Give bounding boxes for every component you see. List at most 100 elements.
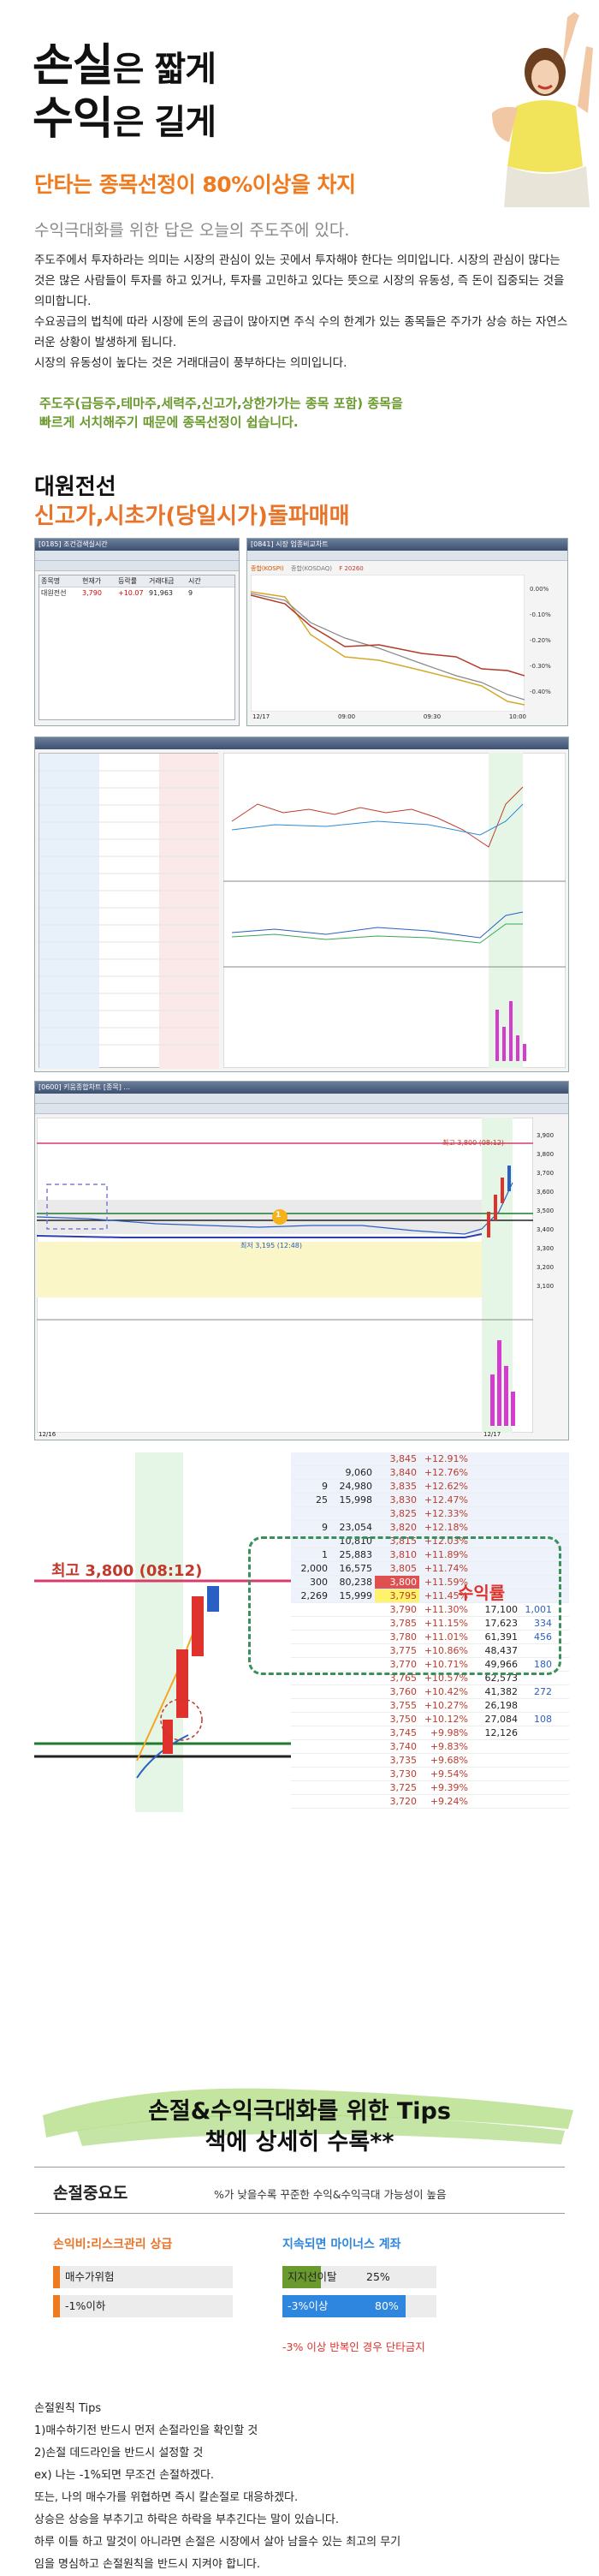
- orderbook-cell: [520, 1521, 555, 1534]
- orderbook-cell: +9.54%: [430, 1768, 468, 1780]
- orderbook-row: 3,720 +9.24%: [291, 1795, 569, 1809]
- paragraph: 주도주에서 투자하라는 의미는 시장의 관심이 있는 곳에서 투자해야 한다는 …: [34, 253, 565, 308]
- y-tick: 3,500: [537, 1208, 555, 1214]
- col-header: 종목명: [41, 577, 61, 585]
- orderbook-cell: 3,760: [389, 1686, 418, 1697]
- orderbook-cell: 15,998: [339, 1494, 373, 1506]
- cell: 3,790: [82, 589, 102, 597]
- sector-compare-window: [0841] 시장 업종비교차트 종합(KOSPI) 종합(KOSDAQ) F …: [246, 538, 568, 726]
- y-tick: 3,900: [537, 1132, 555, 1139]
- green-note-line: 주도주(급등주,테마주,세력주,신고가,상한가가는 종목 포함) 종목을: [39, 396, 403, 411]
- orderbook-cell: [520, 1494, 555, 1506]
- table-row[interactable]: 대원전선 3,790 +10.07 91,963 9: [39, 587, 234, 599]
- cell: +10.07: [118, 589, 144, 597]
- green-note: 주도주(급등주,테마주,세력주,신고가,상한가가는 종목 포함) 종목을 빠르게…: [39, 394, 553, 432]
- orderbook-cell: [330, 1754, 375, 1767]
- orderbook-cell: 12,126: [484, 1727, 519, 1738]
- col-header: 시간: [188, 577, 201, 585]
- subhead: 단타는 종목선정이 80%이상을 차지: [34, 172, 356, 197]
- bar-label: -3%이상: [288, 2299, 329, 2312]
- legend-item: F 20260: [339, 565, 364, 572]
- footnote: -3% 이상 반복인 경우 단타금지: [282, 2340, 425, 2353]
- y-tick: 3,300: [537, 1245, 555, 1252]
- high-label: 최고 3,800 (08:12): [442, 1139, 505, 1147]
- cell: 91,963: [149, 589, 173, 597]
- orderbook-cell: [471, 1768, 520, 1780]
- y-tick: -0.20%: [530, 637, 551, 644]
- y-tick: 3,200: [537, 1264, 555, 1271]
- orderbook-cell: 24,980: [339, 1481, 373, 1492]
- orderbook-row: 3,730 +9.54%: [291, 1768, 569, 1781]
- orderbook-cell: [330, 1507, 375, 1520]
- profit-label: 수익률: [458, 1583, 506, 1603]
- legend-item: 종합(KOSPI): [251, 565, 284, 572]
- right-heading: 지속되면 마이너스 계좌: [282, 2238, 401, 2251]
- orderbook-cell: [291, 1713, 330, 1726]
- rule-line: 임을 명심하고 손절원칙을 반드시 지켜야 합니다.: [34, 2558, 260, 2571]
- orderbook-cell: [520, 1452, 555, 1465]
- cell: 대원전선: [41, 589, 67, 597]
- orderbook-cell: [291, 1507, 330, 1520]
- lead-text: 수익극대화를 위한 답은 오늘의 주도주에 있다.: [34, 221, 350, 240]
- stoploss-rules: 손절원칙 Tips 1)매수하기전 반드시 먼저 손절라인을 확인할 것 2)손…: [34, 2398, 573, 2576]
- condition-search-window: [0185] 조건검색실시간 종목명 현재가 등락률 거래대금 시간 대원전선 …: [34, 538, 240, 726]
- x-tick: 09:00: [337, 713, 356, 720]
- window-title: [35, 737, 568, 749]
- headline-short: 은 짧게: [112, 50, 216, 89]
- orderbook-cell: +9.83%: [430, 1741, 468, 1752]
- orderbook-cell: 3,845: [389, 1453, 418, 1464]
- y-axis: 3,900 3,800 3,700 3,600 3,500 3,400 3,30…: [537, 1126, 554, 1296]
- orderbook-cell: +9.24%: [430, 1796, 468, 1807]
- rule-line: 상승은 상승을 부추기고 하락은 하락을 부추긴다는 말이 있습니다.: [34, 2513, 339, 2526]
- kiwoom-chart-window: [0600] 키움종합차트 [종목] ... 최고 3,800 (08:12) …: [34, 1081, 569, 1440]
- rule-line: 1)매수하기전 반드시 먼저 손절라인을 확인할 것: [34, 2424, 258, 2437]
- orderbook-cell: [471, 1507, 520, 1520]
- orderbook-cell: [520, 1726, 555, 1739]
- orderbook-cell: +9.68%: [430, 1755, 468, 1766]
- orderbook-cell: 3,835: [389, 1481, 418, 1492]
- orderbook-cell: [330, 1795, 375, 1808]
- bar-value: 80%: [375, 2299, 399, 2312]
- orderbook-cell: 26,198: [484, 1700, 519, 1711]
- x-axis: 12/17 09:00 09:30 10:00: [252, 713, 526, 720]
- y-axis: 0.00% -0.10% -0.20% -0.30% -0.40%: [530, 576, 551, 705]
- orderbook-cell: [471, 1740, 520, 1753]
- col-header: 현재가: [82, 577, 102, 585]
- paragraph: 수요공급의 법칙에 따라 시장에 돈의 공급이 많아지면 주식 수의 한계가 있…: [34, 315, 568, 349]
- rules-title: 손절원칙 Tips: [34, 2402, 102, 2415]
- y-tick: 3,700: [537, 1170, 555, 1177]
- headline-long: 은 길게: [112, 103, 216, 142]
- cell: 9: [188, 589, 193, 597]
- left-heading: 손익비:리스크관리 상급: [53, 2238, 173, 2251]
- y-tick: 3,400: [537, 1226, 555, 1233]
- orderbook-cell: 9,060: [345, 1467, 373, 1478]
- orderbook-cell: [330, 1781, 375, 1794]
- orderbook-cell: 108: [534, 1714, 552, 1725]
- importance-label: 손절중요도: [53, 2184, 128, 2203]
- section-title: 대원전선: [34, 474, 116, 500]
- orderbook-cell: +12.18%: [424, 1522, 468, 1533]
- orderbook-cell: [520, 1795, 555, 1808]
- orderbook-cell: [471, 1795, 520, 1808]
- bar-label: 매수가위험: [65, 2270, 115, 2283]
- orderbook-cell: [520, 1768, 555, 1780]
- orderbook-cell: 25: [316, 1494, 328, 1506]
- orderbook-cell: [291, 1795, 330, 1808]
- orderbook-cell: 3,720: [389, 1796, 418, 1807]
- tips-title-line: 책에 상세히 수록**: [205, 2129, 394, 2156]
- orderbook-cell: [291, 1452, 330, 1465]
- multi-chart-panel: [223, 753, 566, 1068]
- orderbook-cell: [520, 1740, 555, 1753]
- orderbook-cell: 27,084: [484, 1714, 519, 1725]
- orderbook-cell: [471, 1466, 520, 1479]
- window-toolbar: [35, 551, 239, 561]
- orderbook-cell: [330, 1452, 375, 1465]
- orderbook-cell: 3,825: [389, 1508, 418, 1519]
- orderbook-row: 3,760 +10.42% 41,382 272: [291, 1685, 569, 1699]
- rule-line: ex) 나는 -1%되면 무조건 손절하겠다.: [34, 2469, 215, 2482]
- section-subtitle: 신고가,시초가(당일시가)돌파매매: [34, 504, 350, 529]
- account-bar-row: 지지선이탈 25%: [282, 2266, 436, 2288]
- orderbook-cell: [291, 1685, 330, 1698]
- orderbook-row: 3,735 +9.68%: [291, 1754, 569, 1768]
- orderbook-cell: 3,750: [389, 1714, 418, 1725]
